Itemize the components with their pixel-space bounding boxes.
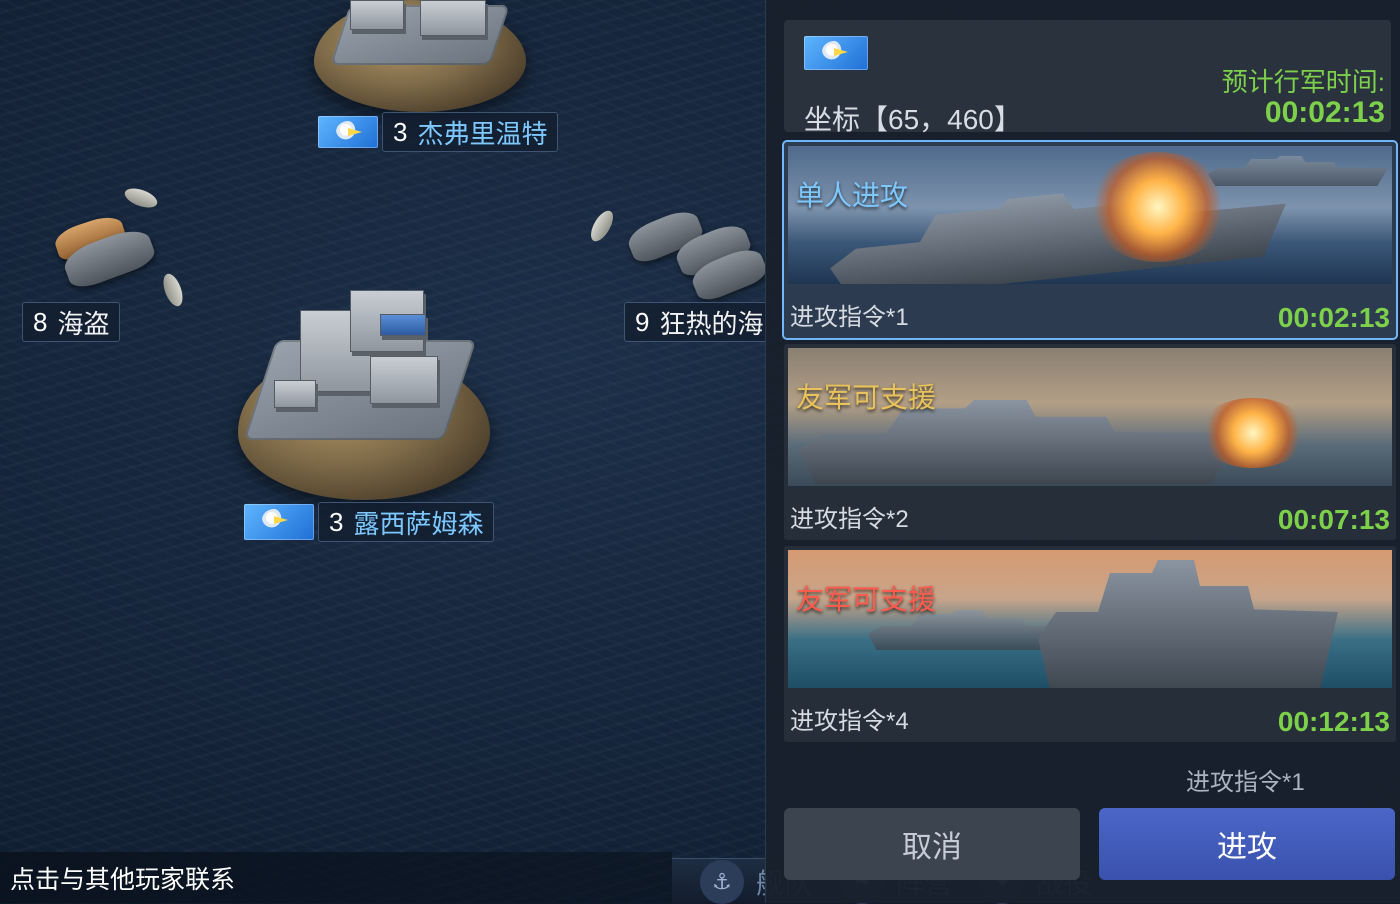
option-march-time: 00:07:13 xyxy=(1277,504,1390,535)
alliance-flag-icon xyxy=(318,116,378,148)
attack-option-rally-long[interactable]: 友军可支援 进攻指令*4 00:12:13 xyxy=(784,546,1396,742)
option-march-time: 00:12:13 xyxy=(1277,706,1390,737)
npc-name: 海盗 xyxy=(57,308,110,339)
attack-panel: 坐标【65，460】 预计行军时间: 00:02:13 单人进攻 进攻指令*1 … xyxy=(765,0,1400,903)
ship-silhouette xyxy=(1038,560,1338,688)
cannon-blast xyxy=(1198,398,1308,468)
contact-players-hint[interactable]: 点击与其他玩家联系 xyxy=(0,852,672,903)
option-command-cost: 进攻指令*1 xyxy=(790,304,909,331)
map-label-jeffrey[interactable]: 3 杰弗里温特 xyxy=(318,112,559,152)
label-box: 3 杰弗里温特 xyxy=(382,112,559,152)
option-command-cost: 进攻指令*4 xyxy=(790,708,909,735)
island-lucy[interactable] xyxy=(230,280,500,505)
attack-option-rally-short[interactable]: 友军可支援 进攻指令*2 00:07:13 xyxy=(784,344,1396,540)
option-title: 友军可支援 xyxy=(796,584,937,615)
level-number: 8 xyxy=(33,306,48,337)
npc-name: 狂热的海 xyxy=(659,308,764,339)
march-time-label: 预计行军时间: xyxy=(1221,67,1385,97)
cannon-blast xyxy=(1088,152,1228,262)
fleet-icon: ⚓ xyxy=(700,859,744,904)
battleship-image: 友军可支援 xyxy=(788,550,1392,688)
level-number: 3 xyxy=(393,116,408,147)
option-title: 单人进攻 xyxy=(796,180,909,211)
label-box: 9 狂热的海 xyxy=(624,302,775,342)
player-name: 杰弗里温特 xyxy=(417,118,548,149)
map-label-lucy[interactable]: 3 露西萨姆森 xyxy=(244,502,495,542)
battleship-image: 友军可支援 xyxy=(788,348,1392,486)
alliance-flag-icon xyxy=(244,504,314,540)
label-box: 8 海盗 xyxy=(22,302,121,342)
cancel-button[interactable]: 取消 xyxy=(784,808,1080,880)
player-name: 露西萨姆森 xyxy=(353,508,484,539)
target-info-header: 坐标【65，460】 预计行军时间: 00:02:13 xyxy=(784,20,1391,135)
map-label-zealot[interactable]: 9 狂热的海 xyxy=(624,302,775,342)
option-command-cost: 进攻指令*2 xyxy=(790,506,909,533)
alliance-flag-icon xyxy=(804,36,868,70)
option-title: 友军可支援 xyxy=(796,382,937,413)
battleship-image: 单人进攻 xyxy=(788,146,1392,284)
level-number: 9 xyxy=(635,306,650,337)
map-label-pirate[interactable]: 8 海盗 xyxy=(22,302,121,342)
island-jeffrey[interactable] xyxy=(300,0,540,115)
contact-hint-text: 点击与其他玩家联系 xyxy=(10,865,236,894)
ship-silhouette xyxy=(1208,156,1388,186)
attack-option-solo[interactable]: 单人进攻 进攻指令*1 00:02:13 xyxy=(782,140,1398,340)
attack-button[interactable]: 进攻 xyxy=(1099,808,1395,880)
level-number: 3 xyxy=(329,506,344,537)
label-box: 3 露西萨姆森 xyxy=(318,502,495,542)
march-time-value: 00:02:13 xyxy=(1264,96,1385,129)
coordinate-label: 坐标【65，460】 xyxy=(804,104,1022,135)
selected-command-cost: 进攻指令*1 xyxy=(1186,769,1305,796)
option-march-time: 00:02:13 xyxy=(1277,302,1390,333)
